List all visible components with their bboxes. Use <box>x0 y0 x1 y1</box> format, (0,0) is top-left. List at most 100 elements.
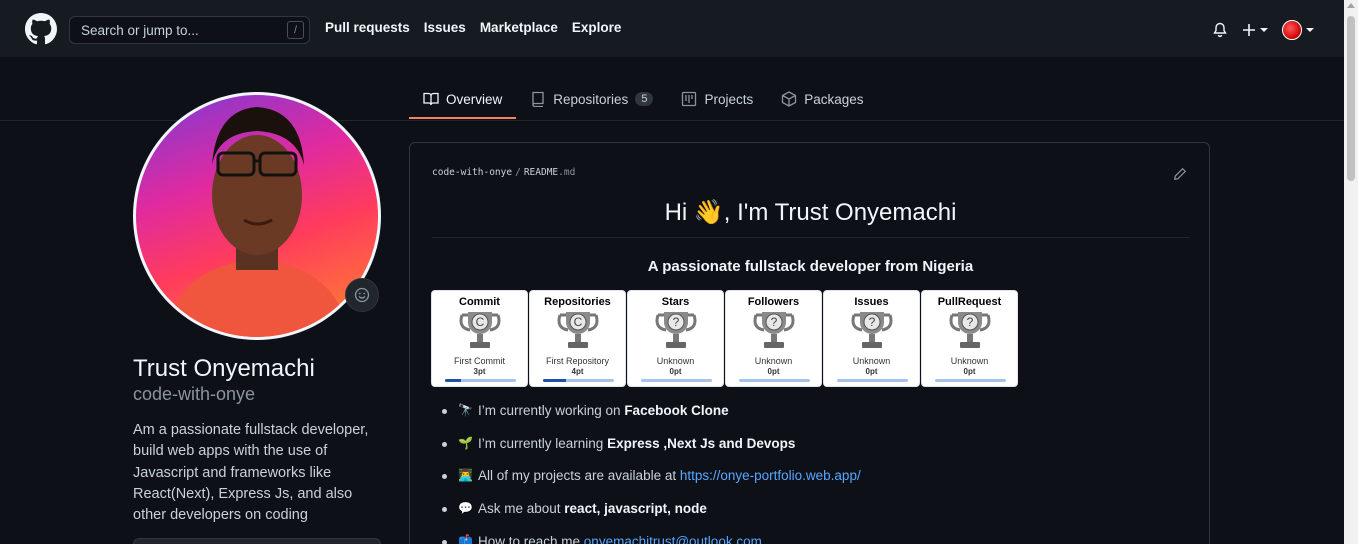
path-separator: / <box>515 167 521 178</box>
list-item: 💬 Ask me about react, javascript, node <box>440 501 861 534</box>
profile-tabs: Overview Repositories 5 Projects Package… <box>409 79 878 119</box>
trophy-title: Stars <box>661 296 690 308</box>
trophy-progress-fill <box>445 379 461 382</box>
nav-explore[interactable]: Explore <box>572 20 622 35</box>
trophy-rank: Unknown <box>852 356 891 366</box>
list-item-link[interactable]: https://onye-portfolio.web.app/ <box>680 468 861 483</box>
search-input[interactable]: Search or jump to... / <box>69 16 310 44</box>
list-item: 👨‍💻 All of my projects are available at h… <box>440 468 861 501</box>
tab-label: Packages <box>804 91 864 107</box>
trophy-cup-icon: ? <box>851 312 893 348</box>
readme-bullet-list: 🔭 I’m currently working on Facebook Clone… <box>440 403 861 544</box>
scroll-up-arrow-icon[interactable] <box>1347 3 1355 8</box>
trophy-progress-bar <box>739 379 810 382</box>
trophy-card: Repositories C First Repository 4pt <box>529 290 626 387</box>
global-nav: Pull requests Issues Marketplace Explore <box>325 20 621 35</box>
project-icon <box>682 91 697 107</box>
pencil-icon[interactable] <box>1173 167 1187 181</box>
trophy-rank: First Repository <box>545 356 609 366</box>
tab-overview[interactable]: Overview <box>409 79 517 119</box>
list-item-link[interactable]: onyemachitrust@outlook.com <box>584 534 762 544</box>
list-item-text: I’m currently learning Express ,Next Js … <box>478 435 796 451</box>
list-item: 🔭 I’m currently working on Facebook Clone <box>440 403 861 436</box>
trophy-title: Repositories <box>544 296 611 308</box>
trophy-title: Followers <box>747 296 800 308</box>
create-new-button[interactable] <box>1242 23 1268 37</box>
readme-subheading: A passionate fullstack developer from Ni… <box>647 258 974 275</box>
trophy-card: Issues? Unknown 0pt <box>823 290 920 387</box>
emoji-icon: 💬 <box>458 501 473 516</box>
trophy-points: 0pt <box>963 367 976 376</box>
trophy-title: Issues <box>854 296 889 308</box>
list-item-emphasis: Express ,Next Js and Devops <box>607 435 796 451</box>
trophy-points: 3pt <box>473 367 486 376</box>
chevron-down-icon <box>1306 28 1314 32</box>
tab-repositories[interactable]: Repositories 5 <box>516 79 667 119</box>
chevron-down-icon <box>1260 28 1268 32</box>
page-scrollbar[interactable] <box>1344 0 1358 544</box>
list-item-text: Ask me about react, javascript, node <box>478 501 707 517</box>
github-logo-icon[interactable] <box>25 13 57 45</box>
trophy-rank-letter: ? <box>967 315 974 329</box>
trophy-rank-letter: ? <box>771 315 778 329</box>
nav-issues[interactable]: Issues <box>424 20 466 35</box>
list-item: 🌱 I’m currently learning Express ,Next Js… <box>440 436 861 469</box>
user-menu-button[interactable] <box>1282 20 1314 40</box>
search-placeholder: Search or jump to... <box>81 22 199 38</box>
emoji-icon: 📫 <box>458 533 473 544</box>
trophy-rank-letter: ? <box>673 315 680 329</box>
trophy-progress-bar <box>837 379 908 382</box>
emoji-icon: 👨‍💻 <box>458 468 473 483</box>
profile-fullname: Trust Onyemachi <box>133 355 315 382</box>
trophy-cup-icon: ? <box>949 312 991 348</box>
trophy-progress-bar <box>935 379 1006 382</box>
list-item-emphasis: react, javascript, node <box>564 501 707 517</box>
trophy-card: Commit C First Commit 3pt <box>431 290 528 387</box>
readme-owner-link[interactable]: code-with-onye <box>432 167 512 178</box>
set-status-button[interactable] <box>345 278 379 312</box>
scrollbar-thumb[interactable] <box>1347 16 1355 181</box>
profile-avatar[interactable] <box>133 92 381 340</box>
trophy-cup-icon: C <box>459 312 501 348</box>
list-item: 📫 How to reach me onyemachitrust@outlook.… <box>440 534 861 544</box>
tab-label: Projects <box>704 91 754 107</box>
profile-bio: Am a passionate fullstack developer, bui… <box>133 422 369 524</box>
readme-file-link[interactable]: README <box>524 167 558 178</box>
trophy-rank: Unknown <box>656 356 695 366</box>
repo-count-badge: 5 <box>635 92 654 106</box>
portrait-illustration <box>166 107 351 337</box>
list-item-emphasis: Facebook Clone <box>624 403 729 418</box>
tab-label: Overview <box>446 91 503 107</box>
profile-photo <box>136 95 378 337</box>
list-item-text: All of my projects are available at http… <box>478 468 861 484</box>
top-header: Search or jump to... / Pull requests Iss… <box>0 0 1344 57</box>
trophy-progress-fill <box>543 379 567 382</box>
trophy-rank: First Commit <box>454 356 505 366</box>
readme-heading: Hi 👋, I'm Trust Onyemachi <box>432 198 1189 238</box>
trophy-rank-letter: C <box>476 315 485 329</box>
list-item-text: I’m currently working on Facebook Clone <box>478 403 729 418</box>
trophy-cup-icon: ? <box>655 312 697 348</box>
header-actions <box>1212 20 1314 40</box>
list-item-text: How to reach me onyemachitrust@outlook.c… <box>478 534 762 544</box>
tab-packages[interactable]: Packages <box>767 79 877 119</box>
trophy-cup-icon: C <box>557 312 599 348</box>
tab-projects[interactable]: Projects <box>667 79 767 119</box>
trophy-card: PullRequest? Unknown 0pt <box>921 290 1018 387</box>
trophy-points: 0pt <box>767 367 780 376</box>
trophy-title: Commit <box>459 296 500 308</box>
trophy-progress-bar <box>641 379 712 382</box>
trophy-points: 4pt <box>571 367 584 376</box>
trophy-points: 0pt <box>865 367 878 376</box>
trophy-rank: Unknown <box>950 356 989 366</box>
trophy-card: Followers? Unknown 0pt <box>725 290 822 387</box>
bell-icon[interactable] <box>1212 22 1228 38</box>
trophy-row: Commit C First Commit 3pt Repositories C First… <box>431 290 1018 387</box>
repo-icon <box>532 91 544 107</box>
nav-pull-requests[interactable]: Pull requests <box>325 20 410 35</box>
emoji-icon: 🔭 <box>458 403 473 417</box>
nav-marketplace[interactable]: Marketplace <box>480 20 558 35</box>
edit-profile-button[interactable] <box>133 538 381 544</box>
trophy-cup-icon: ? <box>753 312 795 348</box>
avatar <box>1282 20 1302 40</box>
